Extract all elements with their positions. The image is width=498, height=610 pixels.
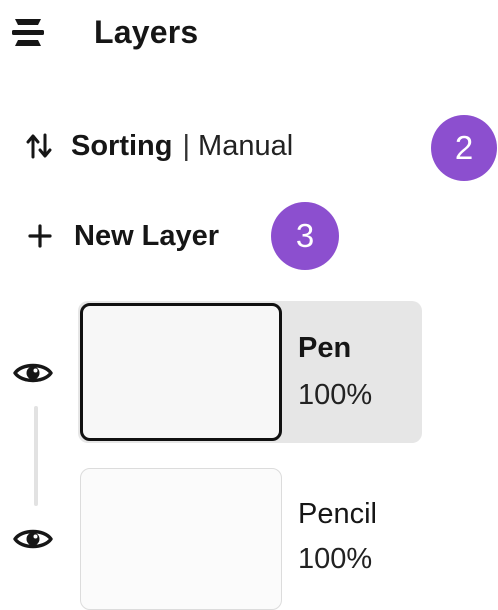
sort-arrows-icon: [26, 133, 52, 159]
layers-panel: Layers Sorting | Manual 2 New Layer 3 Pe…: [0, 0, 498, 610]
layer-name: Pencil: [298, 498, 377, 530]
eye-icon[interactable]: [13, 361, 53, 385]
new-layer-button[interactable]: New Layer: [28, 214, 219, 258]
layer-thumbnail-pencil[interactable]: [80, 468, 282, 610]
sorting-label: Sorting: [71, 129, 173, 162]
plus-icon: [28, 224, 52, 248]
step-badge-2: 2: [431, 115, 497, 181]
new-layer-label: New Layer: [74, 219, 220, 252]
layer-opacity: 100%: [298, 379, 373, 411]
sorting-value: Manual: [198, 129, 294, 162]
step-badge-3: 3: [271, 202, 339, 270]
eye-icon[interactable]: [13, 527, 53, 551]
layer-thumbnail-pen[interactable]: [80, 303, 282, 441]
layers-menu-icon[interactable]: [11, 16, 45, 49]
sorting-separator: |: [182, 129, 191, 162]
layer-link-line: [34, 406, 38, 506]
layer-name: Pen: [298, 332, 352, 364]
layer-opacity: 100%: [298, 543, 373, 575]
panel-title: Layers: [94, 14, 199, 50]
sorting-control[interactable]: Sorting | Manual: [25, 126, 293, 166]
